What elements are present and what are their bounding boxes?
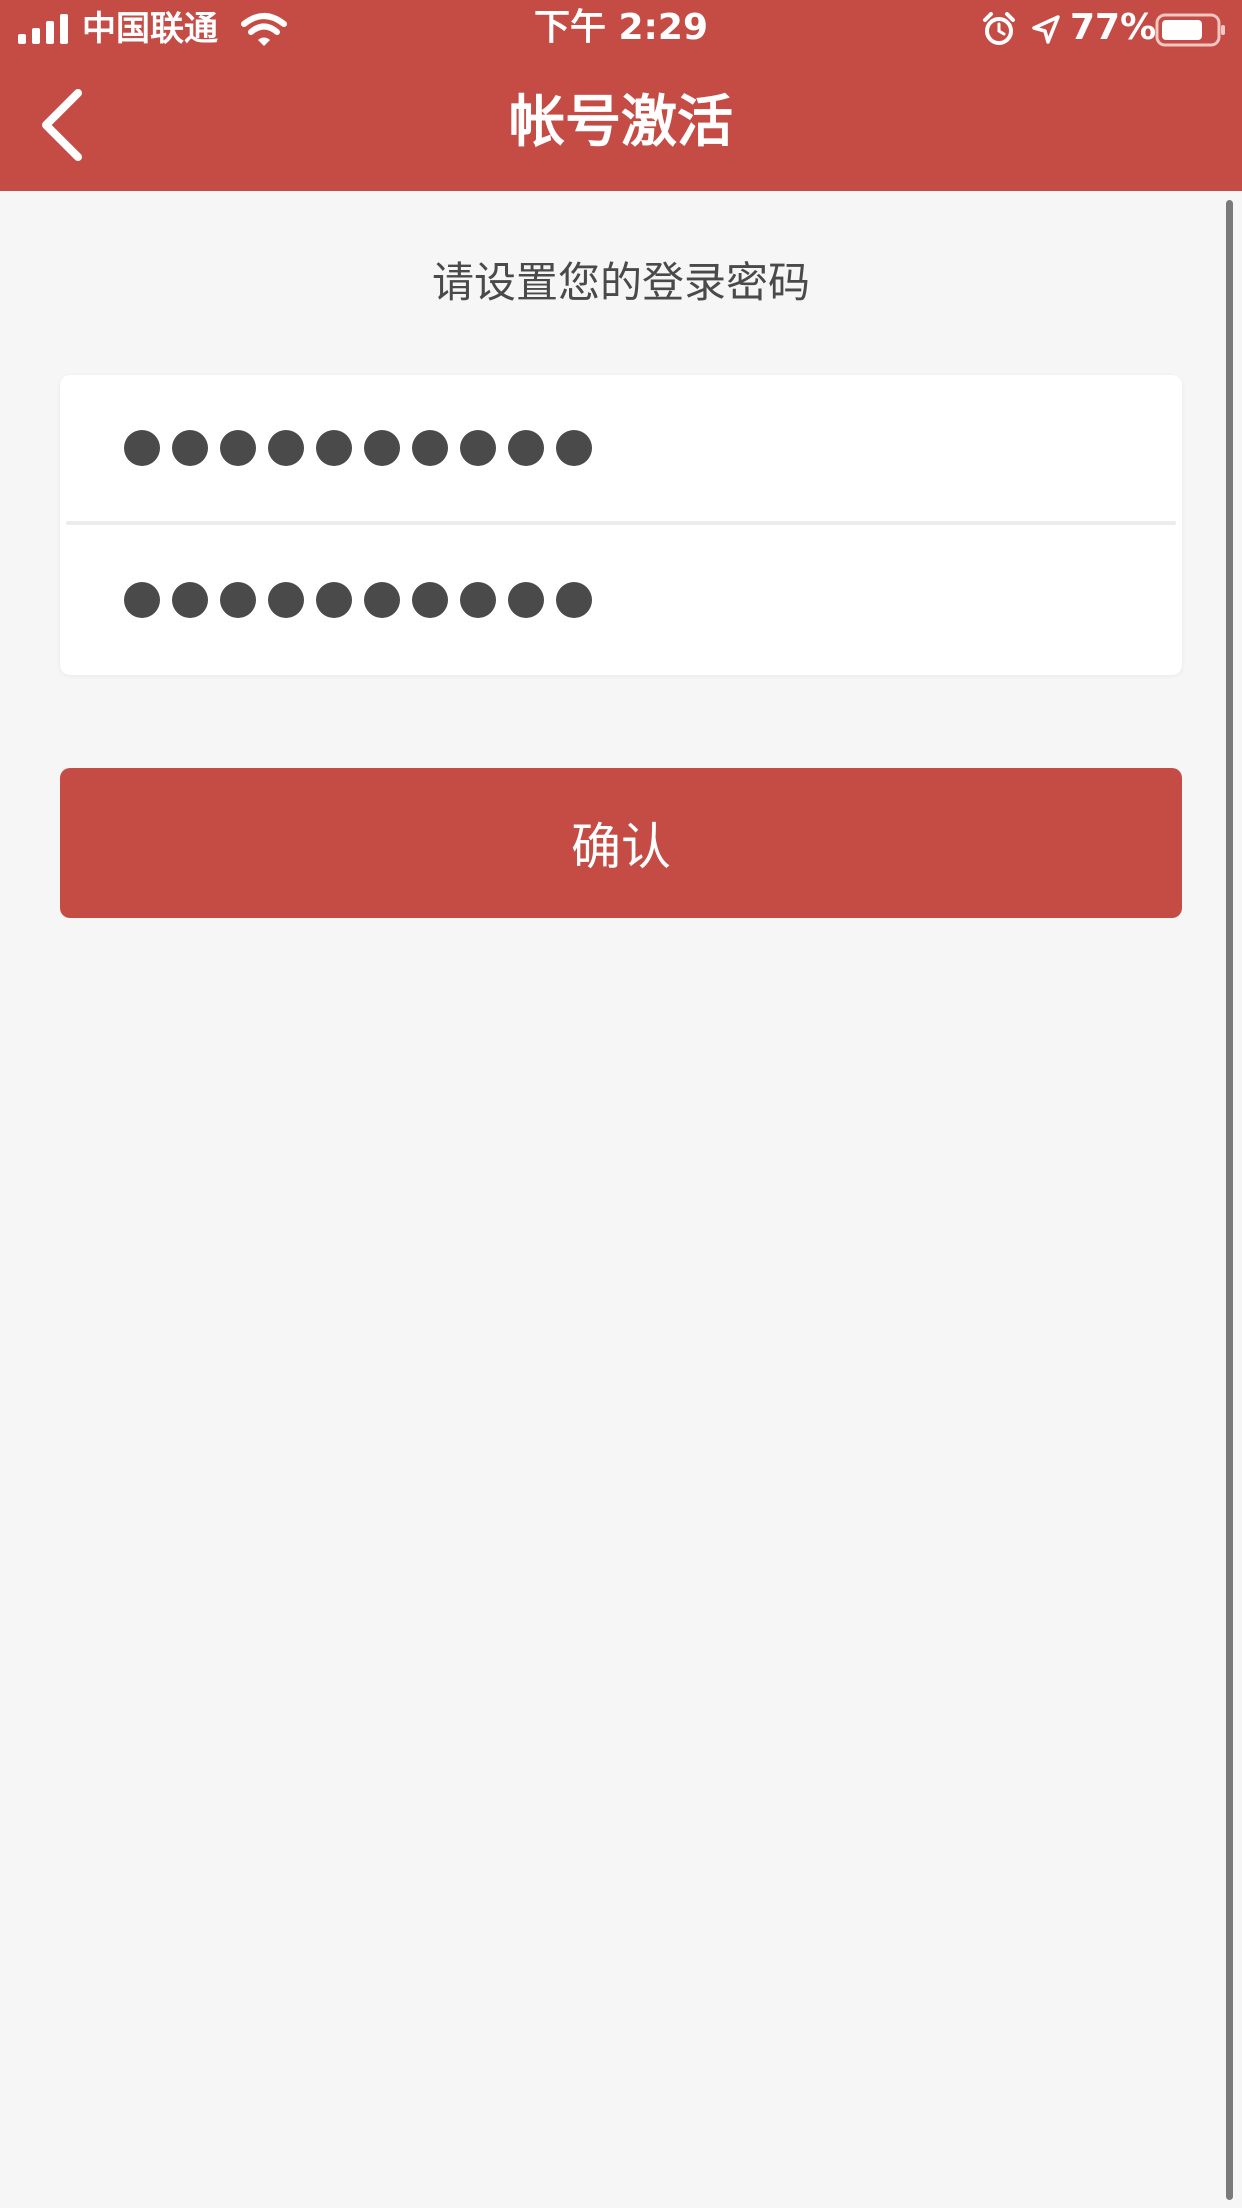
battery-icon [1155,13,1225,47]
location-icon [1032,15,1060,44]
battery-percent: 77% [1070,7,1157,48]
confirm-password-value [124,582,592,618]
status-bar: 中国联通 下午 2:29 77% [0,0,1242,58]
scrollbar[interactable] [1226,200,1233,2200]
page-title: 帐号激活 [509,90,733,155]
field-divider [66,521,1176,525]
header-bar: 中国联通 下午 2:29 77% 帐号激活 [0,0,1242,191]
confirm-button[interactable]: 确认 [60,768,1182,918]
password-card [60,375,1182,675]
password-value [124,430,592,466]
password-field[interactable] [60,375,1182,521]
confirm-password-field[interactable] [60,527,1182,673]
form-subtitle: 请设置您的登录密码 [431,258,810,307]
alarm-icon [983,12,1015,45]
